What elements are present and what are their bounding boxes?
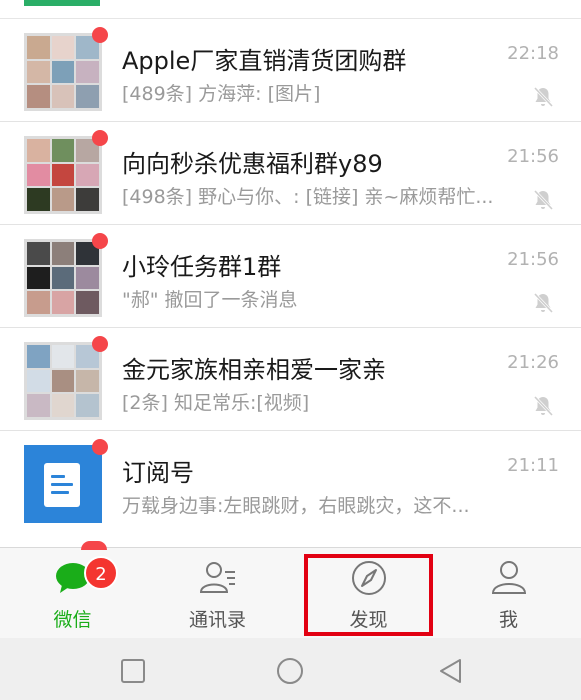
unread-badge: 2 [84, 556, 118, 590]
mute-bell-icon [533, 292, 554, 314]
tab-chats[interactable]: 2 微信 [0, 548, 145, 639]
group-avatar [24, 33, 102, 111]
chat-name: 小玲任务群1群 [122, 253, 282, 281]
chat-list: Apple厂家直销清货团购群 [489条] 方海萍: [图片] 22:18 向向… [0, 18, 581, 533]
system-navigation-bar [0, 638, 581, 700]
mute-bell-icon [533, 86, 554, 108]
tab-label: 我 [498, 609, 518, 631]
previous-avatar-edge [24, 0, 100, 6]
highlight-box [304, 554, 433, 636]
group-avatar [24, 342, 102, 420]
back-icon[interactable] [436, 657, 464, 685]
group-avatar [24, 136, 102, 214]
tab-contacts[interactable]: 通讯录 [145, 548, 290, 639]
mute-bell-icon [533, 395, 554, 417]
chat-time: 21:56 [507, 249, 559, 270]
mute-bell-icon [533, 189, 554, 211]
tab-label: 微信 [53, 609, 92, 631]
chat-preview: [2条] 知足常乐:[视频] [122, 392, 310, 414]
chat-row[interactable]: 金元家族相亲相爱一家亲 [2条] 知足常乐:[视频] 21:26 [0, 327, 581, 430]
chat-name: 金元家族相亲相爱一家亲 [122, 356, 386, 384]
tab-me[interactable]: 我 [436, 548, 581, 639]
chat-time: 21:56 [507, 146, 559, 167]
unread-dot [92, 27, 108, 43]
unread-dot [92, 439, 108, 455]
chat-row[interactable]: 向向秒杀优惠福利群y89 [498条] 野心与你、: [链接] 亲~麻烦帮忙..… [0, 121, 581, 224]
chat-name: 向向秒杀优惠福利群y89 [122, 150, 383, 178]
contacts-icon [199, 562, 235, 593]
group-avatar [24, 239, 102, 317]
chat-preview: "郝" 撤回了一条消息 [122, 289, 298, 311]
chat-row[interactable]: 订阅号 万载身边事:左眼跳财，右眼跳灾，这不... 21:11 [0, 430, 581, 533]
tab-label: 通讯录 [188, 609, 246, 631]
subscription-icon [24, 445, 102, 523]
unread-dot [92, 233, 108, 249]
chat-name: 订阅号 [122, 459, 194, 487]
chat-preview: [498条] 野心与你、: [链接] 亲~麻烦帮忙... [122, 186, 494, 208]
chat-time: 22:18 [507, 43, 559, 64]
chat-row[interactable]: 小玲任务群1群 "郝" 撤回了一条消息 21:56 [0, 224, 581, 327]
unread-dot [92, 130, 108, 146]
person-icon [491, 561, 526, 594]
previous-row-edge [0, 0, 581, 6]
document-icon [44, 463, 80, 507]
chat-time: 21:26 [507, 352, 559, 373]
chat-time: 21:11 [507, 455, 559, 476]
chat-preview: [489条] 方海萍: [图片] [122, 83, 321, 105]
home-icon[interactable] [276, 657, 304, 685]
bottom-tab-bar: 2 微信 通讯录 发现 我 [0, 541, 581, 639]
wechat-screen: Apple厂家直销清货团购群 [489条] 方海萍: [图片] 22:18 向向… [0, 0, 581, 700]
chat-preview: 万载身边事:左眼跳财，右眼跳灾，这不... [122, 495, 470, 517]
chat-row[interactable]: Apple厂家直销清货团购群 [489条] 方海萍: [图片] 22:18 [0, 18, 581, 121]
unread-dot [92, 336, 108, 352]
chat-name: Apple厂家直销清货团购群 [122, 47, 407, 75]
recent-apps-icon[interactable] [119, 657, 147, 685]
